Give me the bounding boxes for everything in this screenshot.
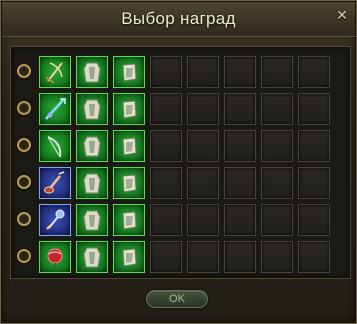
empty-slot xyxy=(261,167,293,199)
armor-chest-icon[interactable] xyxy=(76,167,108,199)
armor-chest-icon[interactable] xyxy=(76,56,108,88)
window-title: Выбор наград xyxy=(121,9,236,28)
staff-icon[interactable] xyxy=(39,93,71,125)
empty-slot xyxy=(298,93,330,125)
empty-slot xyxy=(224,130,256,162)
armor-gloves-icon[interactable] xyxy=(113,56,145,88)
empty-slot xyxy=(187,93,219,125)
empty-slot xyxy=(298,241,330,273)
reward-row-6 xyxy=(13,241,343,273)
reward-row-1 xyxy=(13,56,343,88)
empty-slot xyxy=(224,241,256,273)
title-bar: Выбор наград ✕ xyxy=(2,2,355,37)
empty-slot xyxy=(187,167,219,199)
armor-chest-icon[interactable] xyxy=(76,130,108,162)
empty-slot xyxy=(150,167,182,199)
empty-slot xyxy=(261,93,293,125)
empty-slot xyxy=(224,167,256,199)
empty-slot xyxy=(150,204,182,236)
empty-slot xyxy=(187,130,219,162)
empty-slot xyxy=(298,167,330,199)
empty-slot xyxy=(150,241,182,273)
reward-radio-3[interactable] xyxy=(17,138,31,152)
empty-slot xyxy=(150,56,182,88)
armor-gloves-icon[interactable] xyxy=(113,130,145,162)
empty-slot xyxy=(261,204,293,236)
reward-radio-1[interactable] xyxy=(17,64,31,78)
empty-slot xyxy=(298,56,330,88)
orb-icon[interactable] xyxy=(39,204,71,236)
empty-slot xyxy=(150,93,182,125)
empty-slot xyxy=(187,204,219,236)
reward-radio-2[interactable] xyxy=(17,101,31,115)
reward-radio-5[interactable] xyxy=(17,212,31,226)
armor-gloves-icon[interactable] xyxy=(113,204,145,236)
armor-chest-icon[interactable] xyxy=(76,241,108,273)
armor-gloves-icon[interactable] xyxy=(113,241,145,273)
reward-row-5 xyxy=(13,204,343,236)
reward-row-4 xyxy=(13,167,343,199)
reward-row-3 xyxy=(13,130,343,162)
empty-slot xyxy=(261,56,293,88)
armor-gloves-icon[interactable] xyxy=(113,167,145,199)
reward-selection-window: Выбор наград ✕ OK xyxy=(0,0,357,324)
close-icon[interactable]: ✕ xyxy=(335,8,349,22)
empty-slot xyxy=(187,56,219,88)
longbow-icon[interactable] xyxy=(39,130,71,162)
armor-chest-icon[interactable] xyxy=(76,93,108,125)
empty-slot xyxy=(150,130,182,162)
empty-slot xyxy=(187,241,219,273)
reward-radio-4[interactable] xyxy=(17,175,31,189)
empty-slot xyxy=(298,204,330,236)
bow-icon[interactable] xyxy=(39,56,71,88)
empty-slot xyxy=(224,93,256,125)
empty-slot xyxy=(298,130,330,162)
empty-slot xyxy=(261,241,293,273)
empty-slot xyxy=(261,130,293,162)
ok-button[interactable]: OK xyxy=(146,290,208,308)
guitar-icon[interactable] xyxy=(39,167,71,199)
empty-slot xyxy=(224,56,256,88)
armor-gloves-icon[interactable] xyxy=(113,93,145,125)
armor-chest-icon[interactable] xyxy=(76,204,108,236)
rose-icon[interactable] xyxy=(39,241,71,273)
reward-radio-6[interactable] xyxy=(17,249,31,263)
empty-slot xyxy=(224,204,256,236)
reward-row-2 xyxy=(13,93,343,125)
